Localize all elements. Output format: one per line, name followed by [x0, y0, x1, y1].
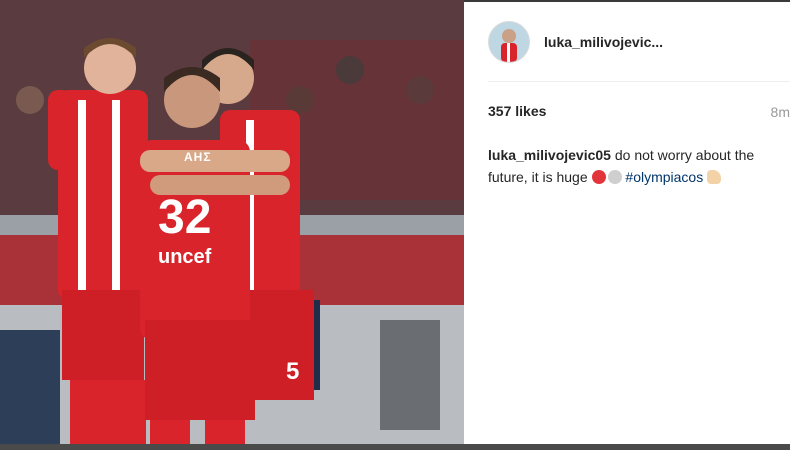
flexed-biceps-icon	[707, 170, 722, 184]
post-side-panel: luka_milivojevic... 357 likes 8m luka_mi…	[464, 0, 790, 450]
bottom-border	[0, 444, 790, 450]
post-photo: ΑΗΣ 32 uncef 5	[0, 0, 464, 450]
likes-count[interactable]: 357 likes	[488, 103, 546, 119]
caption-username[interactable]: luka_milivojevic05	[488, 147, 611, 163]
username-link[interactable]: luka_milivojevic...	[544, 34, 663, 50]
shirt-name: ΑΗΣ	[184, 150, 212, 164]
header-divider	[488, 81, 790, 82]
jersey-number-back: 5	[286, 358, 300, 385]
avatar-image	[489, 22, 529, 62]
white-circle-icon	[607, 170, 622, 184]
football-celebration-image	[0, 0, 464, 450]
avatar[interactable]	[488, 21, 530, 63]
red-circle-icon	[591, 170, 606, 184]
jersey-number-front: 32	[158, 191, 212, 244]
post-time[interactable]: 8m	[771, 104, 790, 120]
post-caption: luka_milivojevic05 do not worry about th…	[488, 144, 788, 188]
hashtag-link[interactable]: #olympiacos	[625, 169, 703, 185]
post-header: luka_milivojevic...	[488, 20, 663, 64]
sponsor-text: uncef	[158, 246, 212, 268]
